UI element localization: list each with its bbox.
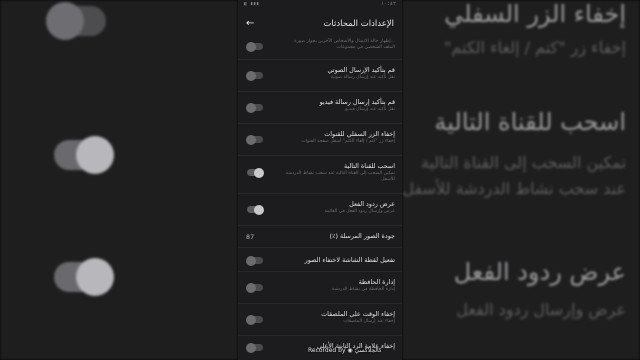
setting-toggle[interactable] — [247, 167, 264, 178]
recorder-watermark: Recorded by ◉ كالجلاكسي — [308, 347, 382, 354]
setting-toggle[interactable] — [246, 255, 263, 266]
setting-toggle[interactable] — [246, 70, 263, 81]
setting-sub: عرض وإرسال ردود الفعل في القائمة — [324, 209, 395, 214]
bg-toggle-1 — [46, 2, 106, 40]
setting-label: إخفاء الوقت على الملصقات — [321, 310, 395, 318]
bg-title-1: إخفاء الزر السفلي — [444, 0, 626, 28]
setting-toggle[interactable] — [246, 314, 263, 325]
setting-label: إدارة الحافظة — [358, 278, 395, 286]
status-right: ◧ ▮▮▮ — [244, 1, 260, 7]
bg-title-2: اسحب للقناة التالية — [434, 108, 626, 136]
setting-row-6[interactable]: عرض ردود الفعل عرض وإرسال ردود الفعل في … — [238, 194, 402, 226]
setting-label: جودة الصور المرسلة (٪) — [329, 232, 395, 240]
setting-label: قم بتأكيد إرسال رسالة فيديو — [319, 98, 395, 106]
setting-row-1[interactable]: ...إظهار حالة الاتصال والأشخاص الآخرين ب… — [238, 36, 402, 60]
setting-sub: ...إظهار حالة الاتصال والأشخاص الآخرين ب… — [294, 39, 395, 50]
bg-toggle-3 — [54, 258, 114, 296]
setting-sub: نقل تأكيد عند إرسال فيديو — [345, 107, 395, 112]
setting-toggle[interactable] — [246, 342, 263, 353]
status-bar: ◧ ▮▮▮ ١٠:٤٢ — [238, 0, 402, 8]
bg-sub-2: تمكين السحب إلى القناة التالية عند سحب ن… — [402, 153, 626, 198]
setting-label: قم بتأكيد الإرسال الصوتي — [327, 66, 395, 74]
setting-row-5[interactable]: اسحب للقناة التالية تمكين السحب إلى القن… — [238, 156, 402, 194]
settings-list: ...إظهار حالة الاتصال والأشخاص الآخرين ب… — [238, 36, 402, 360]
setting-toggle[interactable] — [246, 134, 263, 145]
setting-row-10[interactable]: إخفاء الوقت على الملصقات إخفاء عند إرسال… — [238, 304, 402, 336]
setting-sub: إخفاء عند إرسال الملصقات — [343, 319, 395, 324]
setting-sub: إخفاء زر "كتم / إلغاء الكتم" أسفل صفحة ا… — [301, 139, 395, 144]
setting-sub: نقل تأكيد عند إرسال رسالة صوتية — [330, 75, 395, 80]
setting-value: 87 — [246, 233, 255, 241]
setting-label: تفعيل لقطة الشاشة لاختفاء الصور — [304, 256, 395, 264]
setting-row-8[interactable]: تفعيل لقطة الشاشة لاختفاء الصور — [238, 248, 402, 272]
bg-title-3: عرض ردود الفعل — [453, 258, 626, 286]
status-time: ١٠:٤٢ — [380, 1, 396, 7]
setting-label: اسحب للقناة التالية — [343, 162, 395, 170]
setting-toggle[interactable] — [247, 204, 264, 215]
bg-toggle-2 — [54, 136, 114, 174]
background-left — [0, 0, 238, 360]
bg-sub-3: عرض وإرسال ردود الفعل — [456, 300, 626, 319]
setting-row-4[interactable]: إخفاء الزر السفلي للقنوات إخفاء زر "كتم … — [238, 124, 402, 156]
setting-row-7[interactable]: جودة الصور المرسلة (٪) 87 — [238, 226, 402, 248]
setting-row-3[interactable]: قم بتأكيد إرسال رسالة فيديو نقل تأكيد عن… — [238, 92, 402, 124]
app-bar: ← الإعدادات المحادثات — [238, 10, 402, 38]
setting-row-2[interactable]: قم بتأكيد الإرسال الصوتي نقل تأكيد عند إ… — [238, 60, 402, 92]
setting-sub: إدارة الحافظة في نشاط الدردشة — [331, 287, 395, 292]
setting-row-9[interactable]: إدارة الحافظة إدارة الحافظة في نشاط الدر… — [238, 272, 402, 304]
setting-label: عرض ردود الفعل — [349, 200, 395, 208]
setting-toggle[interactable] — [246, 41, 263, 52]
phone-screen: ◧ ▮▮▮ ١٠:٤٢ ← الإعدادات المحادثات ...إظه… — [238, 0, 402, 360]
back-arrow-icon[interactable]: ← — [246, 19, 254, 29]
background-right: إخفاء الزر السفلي إخفاء زر "كتم / إلغاء … — [402, 0, 640, 360]
setting-label: إخفاء الزر السفلي للقنوات — [324, 130, 395, 138]
page-title: الإعدادات المحادثات — [323, 19, 394, 29]
bg-sub-1: إخفاء زر "كتم / إلغاء الكتم" — [444, 38, 626, 57]
setting-toggle[interactable] — [246, 282, 263, 293]
setting-sub: تمكين السحب إلى القناة التالية عند سحب ن… — [285, 171, 395, 182]
setting-toggle[interactable] — [246, 102, 263, 113]
